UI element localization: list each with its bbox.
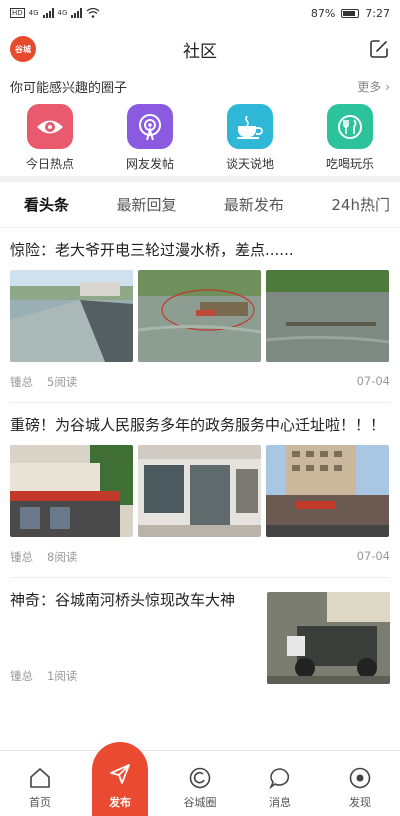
circle-label: 吃喝玩乐 (325, 157, 374, 171)
message-icon (269, 768, 290, 790)
tab-headlines[interactable]: 看头条 (24, 194, 69, 215)
post-meta: 锺总 1阅读 (10, 668, 235, 684)
more-label: 更多 (357, 79, 382, 94)
page-title: 社区 (183, 41, 217, 62)
status-right: 87% 7:27 (311, 7, 390, 20)
hd-badge: HD (10, 8, 25, 18)
post-image (266, 270, 389, 362)
nav-label: 消息 (269, 796, 291, 809)
post-title: 重磅！为谷城人民服务多年的政务服务中心迁址啦！！！ (10, 416, 386, 434)
post-date: 07-04 (356, 549, 390, 563)
more-link[interactable]: 更多 › (357, 78, 390, 95)
circle-user-posts[interactable]: 网友发帖 (110, 104, 190, 172)
nav-messages[interactable]: 消息 (245, 766, 315, 810)
publish-label: 发布 (109, 796, 131, 809)
feed-tabs: 看头条 最新回复 最新发布 24h热门 (0, 182, 400, 228)
post-reads: 8阅读 (47, 550, 78, 564)
home-icon (30, 768, 50, 788)
nav-discover[interactable]: 发现 (325, 766, 395, 810)
post-image (266, 445, 389, 537)
post-title: 神奇：谷城南河桥头惊现改车大神 (10, 591, 236, 609)
post-image (267, 592, 390, 684)
post-title: 惊险：老大爷开电三轮过漫水桥，差点...... (10, 241, 294, 259)
app-logo[interactable]: 谷城 (10, 36, 36, 62)
dining-icon (327, 104, 373, 149)
interest-title: 你可能感兴趣的圈子 (10, 80, 128, 96)
circle-label: 今日热点 (25, 157, 74, 171)
eye-icon (27, 104, 73, 149)
nav-label: 首页 (29, 796, 51, 809)
app-header: 谷城 社区 (0, 26, 400, 72)
nav-gucheng-circle[interactable]: 谷城圈 (165, 766, 235, 810)
tab-24h-hot[interactable]: 24h热门 (331, 194, 390, 215)
circle-label: 网友发帖 (125, 157, 174, 171)
post-reads: 5阅读 (47, 375, 78, 389)
broadcast-icon (127, 104, 173, 149)
interest-circles: 今日热点 网友发帖 谈天说地 吃喝玩乐 (0, 94, 400, 172)
nav-label: 发现 (349, 796, 371, 809)
feed-post[interactable]: 重磅！为谷城人民服务多年的政务服务中心迁址啦！！！ 锺总 8阅读 07-04 (0, 403, 400, 577)
send-icon (110, 764, 130, 784)
network-type-2: 4G (57, 9, 68, 17)
tab-latest-posts[interactable]: 最新发布 (224, 194, 284, 215)
post-date: 07-04 (356, 374, 390, 388)
compass-icon (349, 767, 371, 789)
post-meta: 锺总 5阅读 07-04 (10, 362, 390, 402)
circle-food-fun[interactable]: 吃喝玩乐 (310, 104, 390, 172)
circle-today-hot[interactable]: 今日热点 (10, 104, 90, 172)
post-reads: 1阅读 (47, 669, 78, 683)
circle-label: 谈天说地 (225, 157, 274, 171)
chevron-right-icon: › (385, 79, 390, 94)
post-image (10, 445, 133, 537)
coffee-icon (227, 104, 273, 149)
circle-feed-icon (189, 767, 211, 789)
nav-label: 谷城圈 (183, 796, 217, 809)
wifi-icon (87, 8, 100, 18)
tab-latest-replies[interactable]: 最新回复 (116, 194, 176, 215)
post-meta: 锺总 8阅读 07-04 (10, 537, 390, 577)
post-images (10, 270, 390, 362)
post-image (138, 270, 261, 362)
battery-icon (341, 8, 360, 18)
edit-icon[interactable] (368, 38, 390, 60)
feed-post[interactable]: 惊险：老大爷开电三轮过漫水桥，差点...... 锺总 5阅读 07-04 (0, 228, 400, 402)
network-type: 4G (28, 9, 39, 17)
status-bar: HD 4G 4G 87% 7:27 (0, 0, 400, 26)
status-left: HD 4G 4G (10, 8, 100, 18)
nav-home[interactable]: 首页 (5, 766, 75, 810)
circle-chat[interactable]: 谈天说地 (210, 104, 290, 172)
post-image (138, 445, 261, 537)
post-author: 锺总 (10, 375, 33, 389)
signal-icon (42, 8, 54, 18)
feed-post[interactable]: 神奇：谷城南河桥头惊现改车大神 锺总 1阅读 (0, 578, 400, 698)
post-author: 锺总 (10, 550, 33, 564)
signal-icon-2 (71, 8, 83, 18)
battery-percent: 87% (310, 6, 336, 20)
post-author: 锺总 (10, 669, 33, 683)
post-image (10, 270, 133, 362)
interest-header: 你可能感兴趣的圈子 更多 › (0, 72, 400, 96)
post-images (10, 445, 390, 537)
bottom-nav: 首页 谷城圈 消息 发现 (0, 750, 400, 816)
clock: 7:27 (365, 6, 390, 20)
publish-button[interactable]: 发布 (92, 742, 148, 816)
